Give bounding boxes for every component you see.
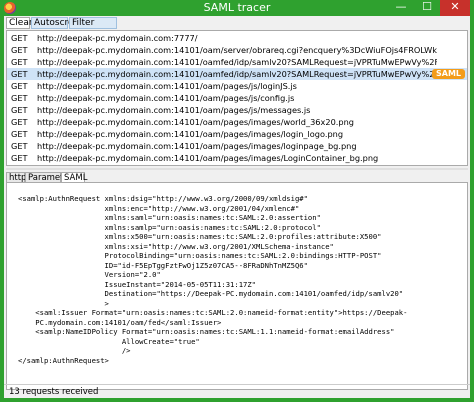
request-url: http://deepak-pc.mydomain.com:7777/ xyxy=(37,33,198,43)
filter-resources-toggle[interactable]: Filter resources xyxy=(69,17,117,39)
status-bar: 13 requests received xyxy=(4,384,470,399)
request-method: GET xyxy=(11,45,28,55)
minimize-button[interactable]: — xyxy=(388,0,414,16)
request-row[interactable]: GET http://deepak-pc.mydomain.com:14101/o… xyxy=(7,116,467,128)
request-url: http://deepak-pc.mydomain.com:14101/oam/… xyxy=(37,105,311,115)
saml-detail-panel[interactable]: <samlp:AuthnRequest xmlns:dsig="http://w… xyxy=(6,182,468,390)
request-url: http://deepak-pc.mydomain.com:14101/oam/… xyxy=(37,141,357,151)
request-method: GET xyxy=(11,105,28,115)
request-url: http://deepak-pc.mydomain.com:14101/oam/… xyxy=(37,129,344,139)
saml-badge: SAML xyxy=(431,69,465,79)
title-bar: SAML tracer — ☐ ✕ xyxy=(0,0,474,16)
close-button[interactable]: ✕ xyxy=(440,0,470,16)
request-method: GET xyxy=(11,33,28,43)
saml-tracer-window: SAML tracer — ☐ ✕ Clear Autoscroll Filte… xyxy=(0,0,474,402)
request-row[interactable]: GET http://deepak-pc.mydomain.com:14101/o… xyxy=(7,140,467,152)
request-row-selected[interactable]: GET http://deepak-pc.mydomain.com:14101/o… xyxy=(7,68,467,80)
status-text: 13 requests received xyxy=(9,387,99,397)
request-method: GET xyxy=(11,81,28,91)
request-url: http://deepak-pc.mydomain.com:14101/oam/… xyxy=(37,117,354,127)
request-url: http://deepak-pc.mydomain.com:14101/oam/… xyxy=(37,81,297,91)
request-method: GET xyxy=(11,57,28,67)
request-method: GET xyxy=(11,129,28,139)
request-method: GET xyxy=(11,141,28,151)
request-url: http://deepak-pc.mydomain.com:14101/oamf… xyxy=(37,69,437,79)
request-row[interactable]: GET http://deepak-pc.mydomain.com:14101/o… xyxy=(7,80,467,92)
request-method: GET xyxy=(11,153,28,163)
request-url: http://deepak-pc.mydomain.com:14101/oam/… xyxy=(37,153,379,163)
request-url: http://deepak-pc.mydomain.com:14101/oam/… xyxy=(37,93,295,103)
request-row[interactable]: GET http://deepak-pc.mydomain.com:14101/o… xyxy=(7,104,467,116)
request-method: GET xyxy=(11,117,28,127)
request-row[interactable]: GET http://deepak-pc.mydomain.com:7777/ xyxy=(7,32,467,44)
maximize-button[interactable]: ☐ xyxy=(414,0,440,16)
pane-splitter[interactable] xyxy=(6,168,468,170)
request-row[interactable]: GET http://deepak-pc.mydomain.com:14101/o… xyxy=(7,92,467,104)
client-area: Clear Autoscroll Filter resources GET htt… xyxy=(4,16,470,398)
request-url: http://deepak-pc.mydomain.com:14101/oamf… xyxy=(37,57,437,67)
request-url: http://deepak-pc.mydomain.com:14101/oam/… xyxy=(37,45,437,55)
request-row[interactable]: GET http://deepak-pc.mydomain.com:14101/o… xyxy=(7,152,467,164)
request-row[interactable]: GET http://deepak-pc.mydomain.com:14101/o… xyxy=(7,128,467,140)
toolbar: Clear Autoscroll Filter resources xyxy=(4,16,470,39)
request-method: GET xyxy=(11,93,28,103)
autoscroll-toggle[interactable]: Autoscroll xyxy=(31,17,79,29)
clear-button[interactable]: Clear xyxy=(6,17,33,29)
request-row[interactable]: GET http://deepak-pc.mydomain.com:14101/o… xyxy=(7,56,467,68)
request-method: GET xyxy=(11,69,28,79)
request-list[interactable]: GET http://deepak-pc.mydomain.com:7777/ G… xyxy=(6,30,468,166)
saml-xml-content: <samlp:AuthnRequest xmlns:dsig="http://w… xyxy=(18,194,408,365)
request-row[interactable]: GET http://deepak-pc.mydomain.com:14101/o… xyxy=(7,44,467,56)
